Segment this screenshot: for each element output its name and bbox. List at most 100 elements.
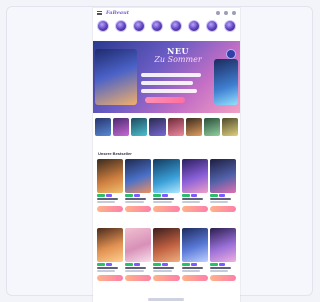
add-to-cart-button[interactable] (97, 206, 124, 212)
search-icon[interactable] (216, 11, 220, 15)
site-logo[interactable]: FaBeaut (106, 10, 129, 16)
section-title: Unsere Bestseller (98, 151, 132, 156)
product-title (209, 198, 231, 200)
add-to-cart-button[interactable] (181, 206, 208, 212)
cart-icon[interactable] (232, 11, 236, 15)
product-meta (181, 201, 200, 203)
thumbnail[interactable] (149, 118, 166, 136)
tag-badge (134, 263, 141, 266)
product-title (125, 267, 147, 269)
hero-artwork (95, 49, 137, 105)
product-card[interactable] (181, 159, 208, 212)
product-image[interactable] (153, 228, 180, 262)
thumbnail[interactable] (221, 118, 238, 136)
product-meta (97, 201, 116, 203)
menu-icon[interactable] (97, 11, 102, 15)
product-title (181, 198, 203, 200)
category-item[interactable] (133, 20, 146, 32)
product-card[interactable] (125, 159, 152, 212)
top-bar: FaBeaut (93, 8, 240, 18)
tag-badge (134, 194, 141, 197)
category-item[interactable] (223, 20, 236, 32)
product-grid (97, 228, 236, 281)
add-to-cart-button[interactable] (97, 275, 124, 281)
tag-badge (106, 263, 112, 266)
add-to-cart-button[interactable] (181, 275, 208, 281)
tag-badge (181, 263, 190, 266)
tag-badge (190, 263, 197, 266)
hero-banner[interactable]: NEU Zu Sommer (93, 41, 240, 113)
product-card[interactable] (209, 159, 236, 212)
product-meta (209, 201, 229, 203)
thumbnail[interactable] (131, 118, 148, 136)
scroll-indicator (148, 298, 184, 301)
category-item[interactable] (97, 20, 109, 32)
product-meta (125, 270, 144, 272)
product-title (97, 267, 118, 269)
product-meta (181, 270, 200, 272)
product-image[interactable] (181, 159, 208, 193)
product-card[interactable] (97, 159, 124, 212)
product-meta (153, 201, 172, 203)
hero-text-line (141, 73, 201, 77)
thumbnail[interactable] (113, 118, 130, 136)
thumbnail[interactable] (167, 118, 184, 136)
add-to-cart-button[interactable] (125, 275, 152, 281)
product-card[interactable] (125, 228, 152, 281)
thumbnail[interactable] (203, 118, 220, 136)
product-card[interactable] (181, 228, 208, 281)
product-image[interactable] (153, 159, 180, 193)
tag-badge (153, 194, 162, 197)
tag-badge (97, 263, 105, 266)
product-image[interactable] (209, 159, 236, 193)
hero-artwork (214, 59, 238, 105)
tag-badge (125, 263, 134, 266)
product-card[interactable] (153, 228, 180, 281)
add-to-cart-button[interactable] (209, 206, 236, 212)
product-image[interactable] (125, 159, 152, 193)
product-image[interactable] (209, 228, 236, 262)
product-image[interactable] (181, 228, 208, 262)
hero-text-line (141, 89, 197, 93)
category-strip (93, 18, 240, 34)
product-image[interactable] (97, 228, 124, 262)
tag-badge (97, 194, 105, 197)
category-item[interactable] (169, 20, 182, 32)
user-icon[interactable] (224, 11, 228, 15)
product-title (209, 267, 231, 269)
product-meta (209, 270, 229, 272)
hero-text-line (141, 81, 193, 85)
tag-badge (218, 263, 225, 266)
thumbnail[interactable] (95, 118, 112, 136)
product-title (97, 198, 118, 200)
add-to-cart-button[interactable] (125, 206, 152, 212)
tag-badge (190, 194, 197, 197)
hero-cta-button[interactable] (145, 97, 185, 103)
product-card[interactable] (153, 159, 180, 212)
hero-subtitle: Zu Sommer (154, 55, 202, 64)
product-image[interactable] (125, 228, 152, 262)
tag-badge (209, 263, 218, 266)
page-screenshot: FaBeaut NEU Zu Sommer Unsere Bestseller (93, 8, 240, 302)
add-to-cart-button[interactable] (153, 275, 180, 281)
add-to-cart-button[interactable] (153, 206, 180, 212)
tag-badge (125, 194, 134, 197)
product-meta (153, 270, 172, 272)
category-item[interactable] (115, 20, 128, 32)
add-to-cart-button[interactable] (209, 275, 236, 281)
product-title (125, 198, 147, 200)
tag-badge (209, 194, 218, 197)
collection-thumbnails (95, 118, 238, 136)
tag-badge (162, 194, 169, 197)
tag-badge (218, 194, 225, 197)
product-meta (125, 201, 144, 203)
category-item[interactable] (151, 20, 164, 32)
product-image[interactable] (97, 159, 124, 193)
category-item[interactable] (205, 20, 218, 32)
product-title (181, 267, 203, 269)
product-card[interactable] (209, 228, 236, 281)
product-card[interactable] (97, 228, 124, 281)
thumbnail[interactable] (185, 118, 202, 136)
tag-badge (181, 194, 190, 197)
category-item[interactable] (187, 20, 200, 32)
